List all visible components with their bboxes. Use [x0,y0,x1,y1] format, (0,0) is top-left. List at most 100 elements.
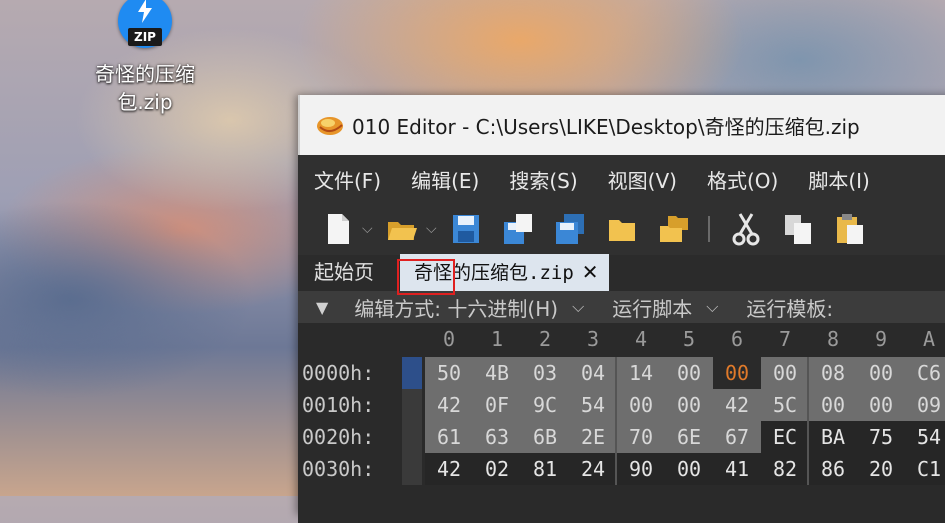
zip-tag: ZIP [128,28,162,46]
menu-format[interactable]: 格式(O) [707,165,778,194]
hex-byte[interactable]: 4B [473,357,521,389]
close-icon[interactable]: ✕ [582,260,599,284]
hex-byte[interactable]: 2E [569,421,617,453]
open-multiple-icon[interactable] [656,210,692,248]
hex-byte[interactable]: 41 [713,453,761,485]
hex-byte[interactable]: C1 [905,453,945,485]
column-label: 3 [586,327,600,351]
column-label: A [922,327,936,351]
desktop-icon-label: 奇怪的压缩 包.zip [95,62,195,114]
hex-byte[interactable]: 90 [617,453,665,485]
column-label: 0 [442,327,456,351]
title-bar[interactable]: 010 Editor - C:\Users\LIKE\Desktop\奇怪的压缩… [298,95,945,155]
hex-byte[interactable]: EC [761,421,809,453]
hex-byte[interactable]: 42 [425,389,473,421]
column-group-separator [615,421,617,453]
hex-byte[interactable]: BA [809,421,857,453]
collapse-arrow-icon[interactable]: ▼ [316,298,328,317]
run-script-dropdown[interactable]: 运行脚本 [612,293,692,322]
toolbar: ⌵ ⌵ [298,203,945,255]
save-as-icon[interactable] [500,210,536,248]
hex-row: 0010h: 42 0F 9C 54 00 00 42 5C 00 00 09 [298,389,945,421]
open-dropdown-icon[interactable]: ⌵ [426,221,440,237]
chevron-down-icon[interactable]: ⌵ [706,297,718,317]
toolbar-separator [708,216,710,242]
highlight-box [397,259,455,295]
column-group-separator [807,421,809,453]
save-icon[interactable] [448,210,484,248]
hex-byte[interactable]: 04 [569,357,617,389]
new-file-dropdown-icon[interactable]: ⌵ [362,221,376,237]
hex-byte[interactable]: 02 [473,453,521,485]
hex-byte[interactable]: 54 [905,421,945,453]
row-gutter [402,453,422,485]
row-gutter [402,389,422,421]
options-bar: ▼ 编辑方式: 十六进制(H) ⌵ 运行脚本 ⌵ 运行模板: [298,291,945,323]
hex-byte[interactable]: 70 [617,421,665,453]
hex-byte[interactable]: 6B [521,421,569,453]
column-group-separator [807,453,809,485]
column-label: 6 [730,327,744,351]
column-label: 7 [778,327,792,351]
hex-byte[interactable]: 00 [617,389,665,421]
hex-byte[interactable]: 00 [809,389,857,421]
column-header: 0 1 2 3 4 5 6 7 8 9 A [298,327,945,355]
hex-byte[interactable]: 6E [665,421,713,453]
menu-script[interactable]: 脚本(I) [808,165,870,194]
hex-byte[interactable]: 54 [569,389,617,421]
hex-byte[interactable]: 42 [425,453,473,485]
hex-byte[interactable]: 0F [473,389,521,421]
chevron-down-icon[interactable]: ⌵ [572,297,584,317]
hex-byte[interactable]: 00 [665,357,713,389]
zip-archive-icon: ZIP [118,0,172,52]
editor-window: 010 Editor - C:\Users\LIKE\Desktop\奇怪的压缩… [298,95,945,523]
hex-byte[interactable]: 63 [473,421,521,453]
hex-byte[interactable]: 9C [521,389,569,421]
hex-byte[interactable]: 81 [521,453,569,485]
hex-byte[interactable]: 14 [617,357,665,389]
run-template-dropdown[interactable]: 运行模板: [746,293,833,322]
hex-byte[interactable]: 00 [665,453,713,485]
tab-bar: 起始页 奇怪的压缩包.zip ✕ [298,254,945,291]
hex-byte[interactable]: 61 [425,421,473,453]
new-file-icon[interactable] [320,210,356,248]
hex-byte[interactable]: 24 [569,453,617,485]
paste-icon[interactable] [832,210,868,248]
hex-row: 0020h: 61 63 6B 2E 70 6E 67 EC BA 75 54 [298,421,945,453]
hex-byte[interactable]: 00 [713,357,761,389]
menu-search[interactable]: 搜索(S) [509,165,577,194]
hex-row: 0000h: 50 4B 03 04 14 00 00 00 08 00 C6 [298,357,945,389]
open-folder-icon[interactable] [384,210,420,248]
folder-icon[interactable] [604,210,640,248]
edit-mode-dropdown[interactable]: 编辑方式: 十六进制(H) [354,293,558,322]
copy-icon[interactable] [780,210,816,248]
menu-file[interactable]: 文件(F) [314,165,381,194]
hex-byte[interactable]: 09 [905,389,945,421]
save-all-icon[interactable] [552,210,588,248]
hex-byte[interactable]: 67 [713,421,761,453]
hex-byte[interactable]: 08 [809,357,857,389]
hex-byte[interactable]: 03 [521,357,569,389]
hex-byte[interactable]: 42 [713,389,761,421]
row-address: 0010h: [302,393,375,417]
hex-byte[interactable]: 00 [857,357,905,389]
hex-byte[interactable]: 5C [761,389,809,421]
column-group-separator [615,357,617,389]
column-group-separator [615,453,617,485]
hex-byte[interactable]: 00 [761,357,809,389]
hex-byte[interactable]: 75 [857,421,905,453]
hex-byte[interactable]: 00 [665,389,713,421]
hex-byte[interactable]: 86 [809,453,857,485]
hex-byte[interactable]: 00 [857,389,905,421]
hex-byte[interactable]: 50 [425,357,473,389]
hex-byte[interactable]: 82 [761,453,809,485]
cut-icon[interactable] [728,210,764,248]
tab-start-page[interactable]: 起始页 [298,256,388,291]
menu-edit[interactable]: 编辑(E) [411,165,479,194]
menu-view[interactable]: 视图(V) [608,165,677,194]
hex-row: 0030h: 42 02 81 24 90 00 41 82 86 20 C1 [298,453,945,485]
column-label: 5 [682,327,696,351]
hex-view[interactable]: 0123456789A 0000h: 50 4B 03 04 14 00 00 00 08 00 C6… [298,323,945,523]
hex-byte[interactable]: C6 [905,357,945,389]
hex-byte[interactable]: 20 [857,453,905,485]
